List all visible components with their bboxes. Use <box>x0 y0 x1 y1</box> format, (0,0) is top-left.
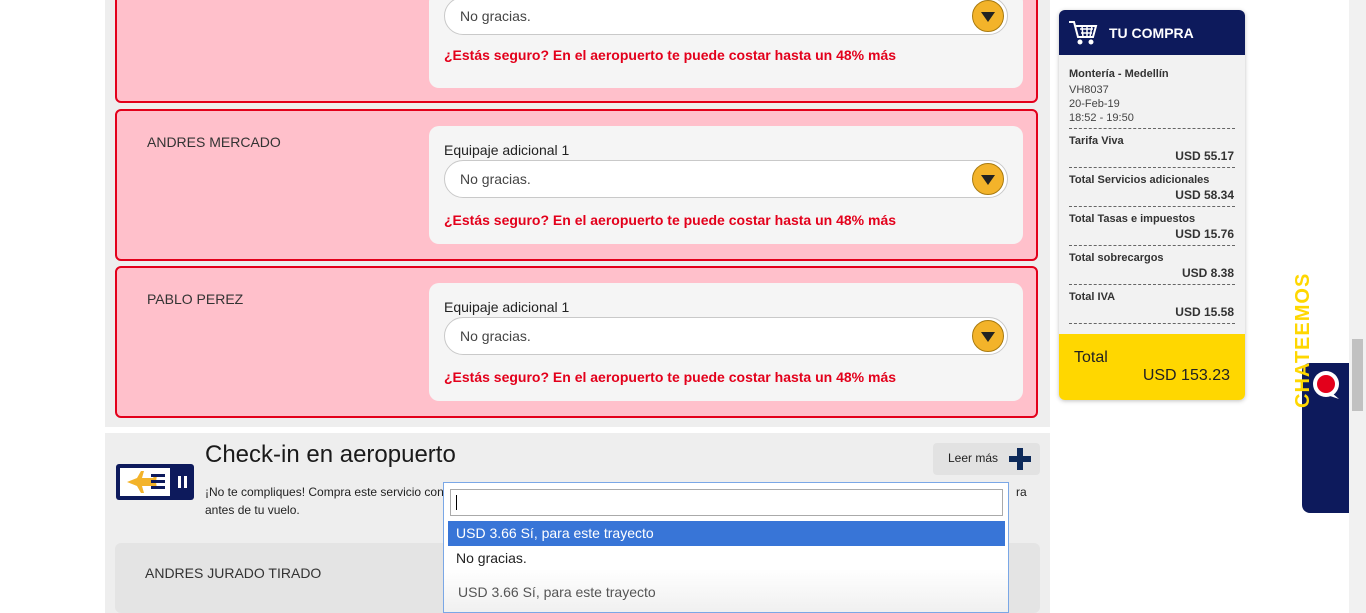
flight-time: 18:52 - 19:50 <box>1069 112 1134 124</box>
select-current-label: USD 3.66 Sí, para este trayecto <box>458 584 656 600</box>
baggage-option-box: Equipaje adicional 1 No gracias. ¿Estás … <box>429 126 1023 244</box>
divider <box>1069 206 1235 207</box>
scrollbar-thumb[interactable] <box>1352 339 1363 411</box>
baggage-option-box: No gracias. ¿Estás seguro? En el aeropue… <box>429 0 1023 88</box>
boarding-pass-icon <box>116 464 194 500</box>
scrollbar[interactable] <box>1349 0 1366 613</box>
summary-header: TU COMPRA <box>1059 10 1245 55</box>
total-box: Total USD 153.23 <box>1059 334 1245 400</box>
line-label: Total sobrecargos <box>1069 252 1164 264</box>
warning-text: ¿Estás seguro? En el aeropuerto te puede… <box>444 212 897 228</box>
total-value: USD 153.23 <box>1142 367 1230 384</box>
baggage-select[interactable]: No gracias. <box>444 0 1008 35</box>
baggage-select[interactable]: No gracias. <box>444 160 1008 198</box>
description-start: ¡No te compliques! Compra este servicio … <box>205 485 444 499</box>
dropdown-option[interactable]: USD 3.66 Sí, para este trayecto <box>448 521 1005 546</box>
chevron-down-icon[interactable] <box>972 320 1004 352</box>
baggage-select-value: No gracias. <box>460 171 531 187</box>
chat-tab[interactable]: CHATEEMOS <box>1292 273 1350 513</box>
route: Montería - Medellín <box>1069 68 1169 80</box>
summary-title: TU COMPRA <box>1109 25 1194 41</box>
read-more-button[interactable]: Leer más <box>933 443 1040 475</box>
warning-text: ¿Estás seguro? En el aeropuerto te puede… <box>444 47 897 63</box>
baggage-label: Equipaje adicional 1 <box>444 299 570 315</box>
passenger-card: No gracias. ¿Estás seguro? En el aeropue… <box>115 0 1038 103</box>
line-label: Tarifa Viva <box>1069 135 1124 147</box>
passenger-card: ANDRES MERCADO Equipaje adicional 1 No g… <box>115 109 1038 261</box>
dropdown-option[interactable]: No gracias. <box>448 546 1005 571</box>
divider <box>1069 245 1235 246</box>
flight-number: VH8037 <box>1069 84 1109 96</box>
section-title: Check-in en aeropuerto <box>205 441 456 468</box>
select-current-value[interactable]: USD 3.66 Sí, para este trayecto <box>444 569 1008 612</box>
line-value: USD 55.17 <box>1175 149 1234 163</box>
chevron-down-icon[interactable] <box>972 163 1004 195</box>
flight-date: 20-Feb-19 <box>1069 98 1120 110</box>
chat-label: CHATEEMOS <box>1292 272 1314 408</box>
divider <box>1069 128 1235 129</box>
baggage-select-value: No gracias. <box>460 8 531 24</box>
divider <box>1069 167 1235 168</box>
line-label: Total IVA <box>1069 291 1116 303</box>
baggage-select-value: No gracias. <box>460 328 531 344</box>
line-label: Total Servicios adicionales <box>1069 174 1210 186</box>
line-value: USD 15.76 <box>1175 227 1234 241</box>
shopping-cart-icon <box>1069 21 1098 45</box>
line-label: Total Tasas e impuestos <box>1069 213 1196 225</box>
text-caret <box>456 495 457 510</box>
passenger-name: PABLO PEREZ <box>147 291 244 307</box>
chevron-down-icon[interactable] <box>972 0 1004 32</box>
read-more-label: Leer más <box>948 451 999 465</box>
line-value: USD 8.38 <box>1181 266 1234 280</box>
description-line-2: antes de tu vuelo. <box>205 503 300 517</box>
baggage-option-box: Equipaje adicional 1 No gracias. ¿Estás … <box>429 283 1023 401</box>
plus-icon <box>1009 448 1031 470</box>
description-end: ra <box>1016 485 1027 499</box>
checkin-select-dropdown[interactable]: USD 3.66 Sí, para este trayecto No graci… <box>443 482 1009 613</box>
passenger-name: ANDRES MERCADO <box>147 134 281 150</box>
warning-text: ¿Estás seguro? En el aeropuerto te puede… <box>444 369 897 385</box>
passenger-name: ANDRES JURADO TIRADO <box>145 565 322 581</box>
divider <box>1069 284 1235 285</box>
purchase-summary: TU COMPRA Montería - Medellín VH8037 20-… <box>1059 10 1245 400</box>
baggage-label: Equipaje adicional 1 <box>444 142 570 158</box>
total-label: Total <box>1074 349 1108 366</box>
baggage-select[interactable]: No gracias. <box>444 317 1008 355</box>
line-value: USD 15.58 <box>1175 305 1234 319</box>
passenger-card: PABLO PEREZ Equipaje adicional 1 No grac… <box>115 266 1038 418</box>
line-value: USD 58.34 <box>1175 188 1234 202</box>
dropdown-search-input[interactable] <box>450 489 1003 516</box>
divider <box>1069 323 1235 324</box>
